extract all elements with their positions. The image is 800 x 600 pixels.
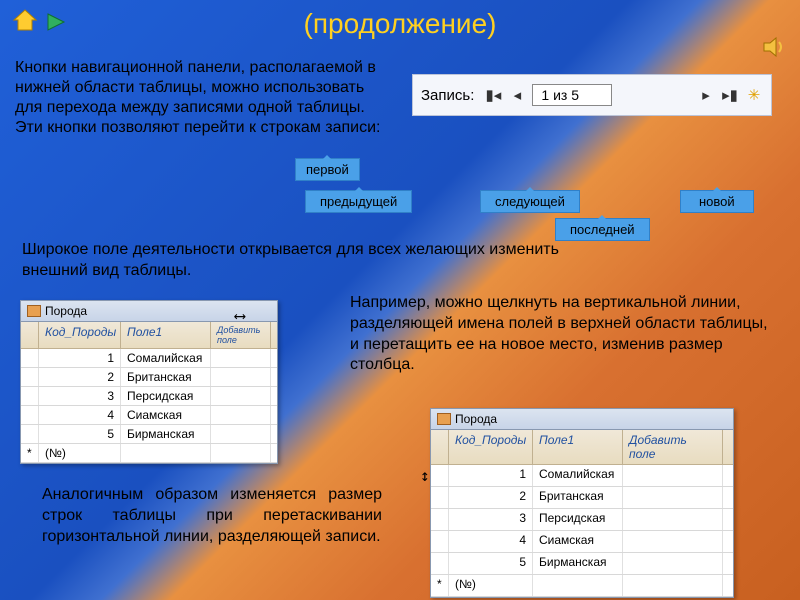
speaker-icon[interactable]	[762, 36, 786, 63]
table-icon	[27, 305, 41, 317]
table-large: Порода Код_Породы Поле1 Добавить поле 1С…	[430, 408, 734, 598]
callout-last: последней	[555, 218, 650, 241]
page-title: (продолжение)	[0, 8, 800, 40]
paragraph-nav-intro: Кнопки навигационной панели, располагаем…	[15, 58, 385, 138]
record-label: Запись:	[421, 87, 474, 104]
table-titlebar-2: Порода	[431, 409, 733, 430]
callout-new: новой	[680, 190, 754, 213]
paragraph-column-resize: Например, можно щелкнуть на вертикальной…	[350, 293, 770, 376]
col-id[interactable]: Код_Породы	[39, 322, 121, 348]
record-nav-panel: Запись: ▮◂ ◂ 1 из 5 ▸ ▸▮ ✳	[412, 74, 772, 116]
new-row-ph-2: (№)	[449, 575, 533, 596]
table-row[interactable]: 5Бирманская	[431, 553, 733, 575]
col-add-2[interactable]: Добавить поле	[623, 430, 723, 464]
paragraph-row-resize: Аналогичным образом изменяется размер ст…	[42, 485, 382, 547]
last-record-button[interactable]: ▸▮	[721, 85, 739, 105]
new-record-button[interactable]: ✳	[745, 85, 763, 105]
col-add[interactable]: Добавить поле	[211, 322, 271, 348]
table-row[interactable]: 1Сомалийская	[431, 465, 733, 487]
table-row[interactable]: 4Сиамская	[21, 406, 277, 425]
table-title: Порода	[45, 304, 87, 318]
resize-cursor-horizontal: ⟷	[235, 306, 245, 325]
callout-first: первой	[295, 158, 360, 181]
table-row[interactable]: 2Британская	[21, 368, 277, 387]
table-icon	[437, 413, 451, 425]
table-row[interactable]: 2Британская	[431, 487, 733, 509]
table-row[interactable]: 1Сомалийская	[21, 349, 277, 368]
table-row[interactable]: 5Бирманская	[21, 425, 277, 444]
table-row[interactable]: 3Персидская	[21, 387, 277, 406]
first-record-button[interactable]: ▮◂	[484, 85, 502, 105]
table-row[interactable]: 4Сиамская	[431, 531, 733, 553]
table-title-2: Порода	[455, 412, 497, 426]
callout-prev: предыдущей	[305, 190, 412, 213]
next-record-button[interactable]: ▸	[697, 85, 715, 105]
col-id-2[interactable]: Код_Породы	[449, 430, 533, 464]
paragraph-wide-field: Широкое поле деятельности открывается дл…	[22, 240, 582, 282]
callout-next: следующей	[480, 190, 580, 213]
record-position-box[interactable]: 1 из 5	[532, 84, 612, 106]
col-field1[interactable]: Поле1	[121, 322, 211, 348]
resize-cursor-vertical: ↕	[420, 466, 430, 485]
table-row[interactable]: 3Персидская	[431, 509, 733, 531]
prev-record-button[interactable]: ◂	[508, 85, 526, 105]
col-field1-2[interactable]: Поле1	[533, 430, 623, 464]
new-row-ph: (№)	[39, 444, 121, 462]
